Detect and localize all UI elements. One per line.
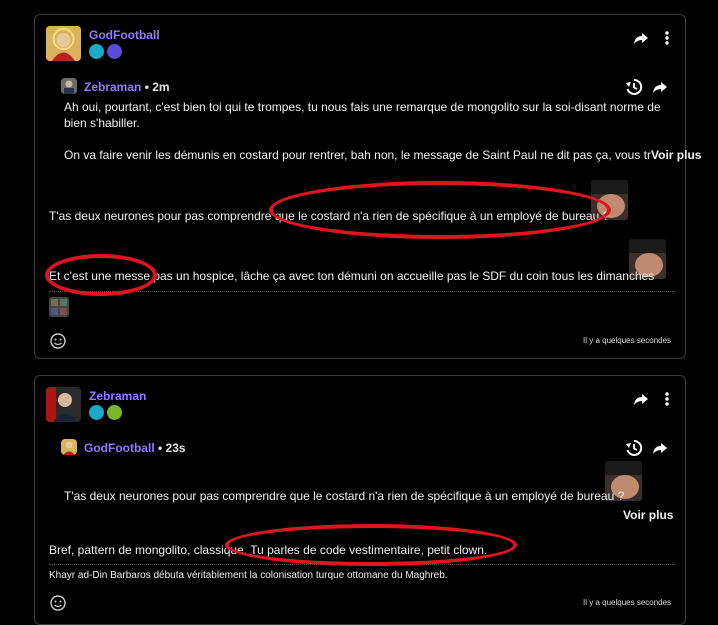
history-icon[interactable] [625,78,643,96]
share-icon[interactable] [651,439,669,457]
annotation-ellipse [225,524,517,566]
quote-time: 2m [152,80,170,94]
share-icon[interactable] [632,29,650,47]
emoji-react-icon[interactable] [49,594,67,612]
post-card-1: GodFootball Zebraman • 2m Ah oui, pourta… [34,14,701,359]
see-more-link[interactable]: Voir plus [623,507,673,523]
separator: • [141,80,153,94]
separator: • [154,441,166,455]
share-icon[interactable] [632,390,650,408]
annotation-ellipse [45,254,157,296]
quote-author-username: Zebraman • 2m [84,80,170,94]
quote-time: 23s [165,441,186,455]
quote-author-name[interactable]: Zebraman [84,80,141,94]
author-username[interactable]: Zebraman [89,389,146,403]
author-username[interactable]: GodFootball [89,28,160,42]
quote-author-username: GodFootball • 23s [84,441,186,455]
author-avatar[interactable] [46,387,81,422]
post-timestamp: Il y a quelques secondes [583,598,672,607]
signature-image [49,297,69,317]
annotation-ellipse [269,181,611,239]
post-card-2: Zebraman GodFootball • 23s T'as deux neu… [34,375,686,625]
quote-text-line1: Ah oui, pourtant, c'est bien toi qui te … [64,100,661,130]
quote-author-avatar[interactable] [61,78,77,94]
quote-text-truncated: On va faire venir les démunis en costard… [64,148,651,162]
badge-icon [89,405,104,420]
signature-divider [49,291,675,292]
badge-icon [89,44,104,59]
see-more-link[interactable]: Voir plus [651,148,701,162]
badge-icon [107,44,122,59]
badge-icon [107,405,122,420]
history-icon[interactable] [625,439,643,457]
quote-text-line1: T'as deux neurones pour pas comprendre q… [64,489,625,503]
signature-text: Khayr ad-Din Barbaros débuta véritableme… [49,570,448,581]
more-vertical-icon[interactable] [661,390,673,408]
more-vertical-icon[interactable] [661,29,673,47]
emoji-react-icon[interactable] [49,332,67,350]
share-icon[interactable] [651,78,669,96]
quote-text-line2: On va faire venir les démunis en costard… [64,147,701,163]
quote-author-name[interactable]: GodFootball [84,441,155,455]
quote-author-avatar[interactable] [61,439,77,455]
post-timestamp: Il y a quelques secondes [583,336,672,345]
author-avatar[interactable] [46,26,81,61]
